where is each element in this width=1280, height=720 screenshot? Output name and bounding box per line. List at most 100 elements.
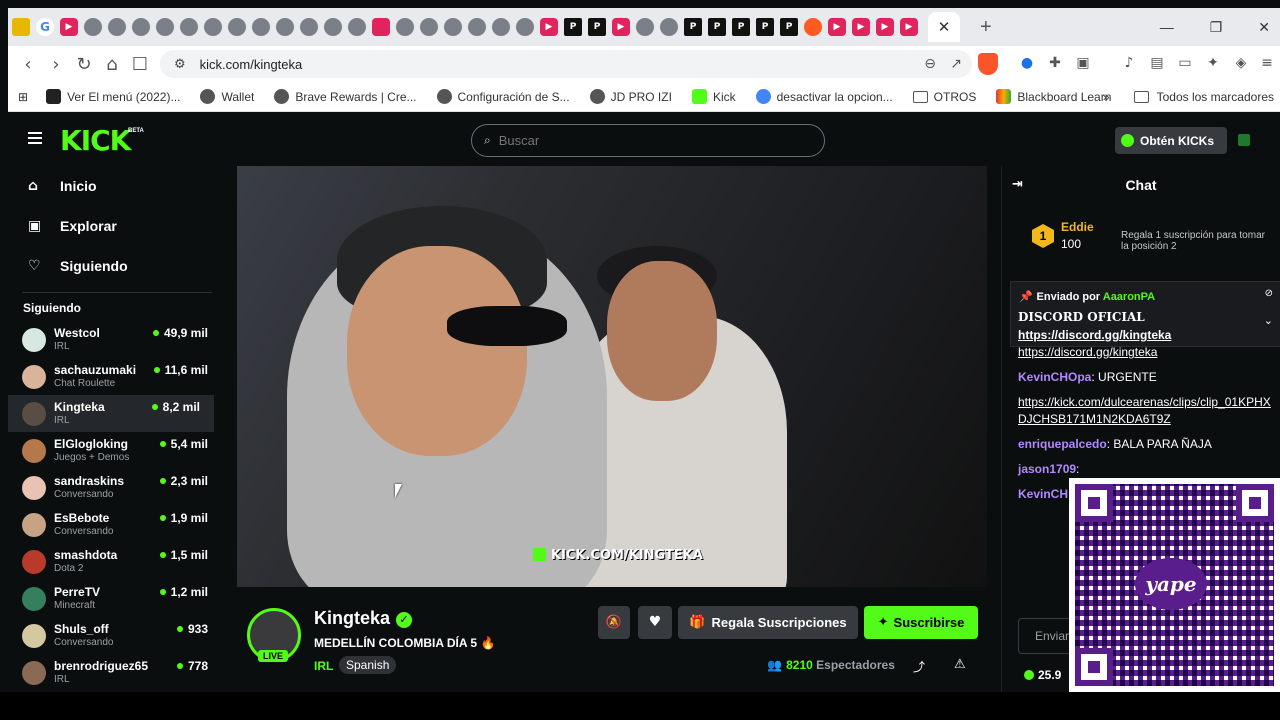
vpn-shield-icon[interactable]: ◈ bbox=[1232, 55, 1250, 73]
share-icon[interactable]: ↗ bbox=[950, 56, 962, 72]
collapse-chat-icon[interactable]: ⇥ bbox=[1012, 177, 1023, 192]
bookmark-item[interactable]: Kick bbox=[691, 89, 736, 104]
tab-favicon[interactable] bbox=[12, 18, 30, 36]
gifter-name[interactable]: Eddie bbox=[1061, 220, 1094, 234]
active-tab-close-icon[interactable]: ✕ bbox=[928, 12, 960, 42]
channel-item[interactable]: smashdota Dota 2 1,5 mil bbox=[8, 543, 222, 580]
subscribe-button[interactable]: ✦ Suscribirse bbox=[864, 606, 978, 639]
report-icon[interactable]: ⚠ bbox=[954, 657, 966, 672]
menu-icon[interactable]: ≡ bbox=[1258, 55, 1276, 73]
tab-globe-icon[interactable] bbox=[636, 18, 654, 36]
zoom-icon[interactable]: ⊖ bbox=[924, 56, 936, 72]
tab-p-icon[interactable]: P bbox=[588, 18, 606, 36]
menu-icon[interactable] bbox=[28, 132, 42, 144]
search-box[interactable]: ⌕ bbox=[471, 124, 825, 157]
bookmark-icon[interactable]: ☐ bbox=[126, 54, 154, 75]
tab-globe-icon[interactable] bbox=[108, 18, 126, 36]
language-tag[interactable]: Spanish bbox=[339, 656, 397, 674]
sidebar-item-browse[interactable]: ▣ Explorar bbox=[8, 206, 222, 246]
gift-promo[interactable]: Regala 1 suscripción para tomar la posic… bbox=[1121, 230, 1271, 252]
address-bar[interactable]: ⚙ kick.com/kingteka ⊖ ↗ bbox=[160, 50, 972, 78]
tab-globe-icon[interactable] bbox=[180, 18, 198, 36]
channel-item[interactable]: PerreTV Minecraft 1,2 mil bbox=[8, 580, 222, 617]
url-text[interactable]: kick.com/kingteka bbox=[200, 57, 303, 72]
tab-globe-icon[interactable] bbox=[300, 18, 318, 36]
new-tab-icon[interactable]: + bbox=[980, 16, 992, 39]
tab-youtube-icon[interactable]: ▶ bbox=[60, 18, 78, 36]
channel-item[interactable]: Westcol IRL 49,9 mil bbox=[8, 321, 222, 358]
chevron-down-icon[interactable]: ⌄ bbox=[1264, 314, 1273, 327]
tab-globe-icon[interactable] bbox=[396, 18, 414, 36]
bookmark-item[interactable]: Blackboard Learn bbox=[996, 89, 1111, 104]
tab-youtube-icon[interactable]: ▶ bbox=[540, 18, 558, 36]
music-icon[interactable]: ♪ bbox=[1120, 55, 1138, 73]
sidebar-item-following[interactable]: ♡ Siguiendo bbox=[8, 246, 222, 286]
get-kicks-button[interactable]: Obtén KICKs bbox=[1115, 127, 1227, 154]
vpn-icon[interactable]: ● bbox=[1018, 55, 1036, 73]
gift-subs-button[interactable]: 🎁 Regala Suscripciones bbox=[678, 606, 858, 639]
more-bookmarks-icon[interactable]: » bbox=[1103, 90, 1110, 104]
back-icon[interactable]: ‹ bbox=[14, 54, 42, 75]
hide-pin-icon[interactable]: ⊘ bbox=[1265, 288, 1273, 299]
channel-item[interactable]: EsBebote Conversando 1,9 mil bbox=[8, 506, 222, 543]
tab-record-icon[interactable] bbox=[372, 18, 390, 36]
search-input[interactable] bbox=[498, 133, 799, 148]
tab-youtube-icon[interactable]: ▶ bbox=[852, 18, 870, 36]
tab-globe-icon[interactable] bbox=[348, 18, 366, 36]
apps-icon[interactable]: ⊞ bbox=[18, 90, 28, 104]
tab-p-icon[interactable]: P bbox=[564, 18, 582, 36]
chat-username[interactable]: jason1709 bbox=[1018, 462, 1076, 476]
restore-icon[interactable]: ❐ bbox=[1210, 19, 1223, 36]
leo-icon[interactable]: ✦ bbox=[1204, 55, 1222, 73]
tab-globe-icon[interactable] bbox=[132, 18, 150, 36]
bookmark-item[interactable]: Wallet bbox=[200, 89, 254, 104]
bookmark-item[interactable]: JD PRO IZI bbox=[589, 89, 672, 104]
close-window-icon[interactable]: ✕ bbox=[1258, 19, 1270, 36]
pinned-link[interactable]: https://discord.gg/kingteka bbox=[1018, 328, 1171, 342]
site-settings-icon[interactable]: ⚙ bbox=[174, 57, 186, 72]
chat-username[interactable]: KevinCH bbox=[1018, 487, 1068, 501]
bookmark-item[interactable]: Brave Rewards | Cre... bbox=[274, 89, 417, 104]
tab-p-icon[interactable]: P bbox=[708, 18, 726, 36]
channel-item[interactable]: Shuls_off Conversando 933 bbox=[8, 617, 222, 654]
tab-globe-icon[interactable] bbox=[444, 18, 462, 36]
forward-icon[interactable]: › bbox=[42, 54, 70, 75]
reload-icon[interactable]: ↻ bbox=[70, 54, 98, 75]
video-player[interactable]: KICK.COM/KINGTEKA bbox=[237, 166, 987, 587]
tab-globe-icon[interactable] bbox=[252, 18, 270, 36]
tab-globe-icon[interactable] bbox=[156, 18, 174, 36]
tab-youtube-icon[interactable]: ▶ bbox=[612, 18, 630, 36]
sidebar-item-home[interactable]: ⌂ Inicio bbox=[8, 166, 222, 206]
chat-username[interactable]: KevinCHOpa bbox=[1018, 370, 1091, 384]
tab-globe-icon[interactable] bbox=[660, 18, 678, 36]
tab-p-icon[interactable]: P bbox=[780, 18, 798, 36]
tab-p-icon[interactable]: P bbox=[756, 18, 774, 36]
tab-globe-icon[interactable] bbox=[204, 18, 222, 36]
tab-youtube-icon[interactable]: ▶ bbox=[828, 18, 846, 36]
bookmark-item[interactable]: desactivar la opcion... bbox=[755, 89, 893, 104]
tab-globe-icon[interactable] bbox=[324, 18, 342, 36]
tab-globe-icon[interactable] bbox=[228, 18, 246, 36]
channel-item[interactable]: ElGlogloking Juegos + Demos 5,4 mil bbox=[8, 432, 222, 469]
home-icon[interactable]: ⌂ bbox=[98, 54, 126, 75]
tab-p-icon[interactable]: P bbox=[732, 18, 750, 36]
tab-youtube-icon[interactable]: ▶ bbox=[900, 18, 918, 36]
tab-google-icon[interactable]: G bbox=[36, 18, 54, 36]
tab-orange-icon[interactable] bbox=[804, 18, 822, 36]
tab-globe-icon[interactable] bbox=[420, 18, 438, 36]
screenshot-icon[interactable]: ▣ bbox=[1074, 55, 1092, 73]
tab-youtube-icon[interactable]: ▶ bbox=[876, 18, 894, 36]
stream-category[interactable]: IRL bbox=[314, 659, 333, 673]
user-avatar[interactable] bbox=[1238, 134, 1250, 146]
streamer-name[interactable]: Kingteka ✓ bbox=[314, 608, 413, 629]
minimize-icon[interactable]: — bbox=[1160, 19, 1174, 35]
bookmark-item[interactable]: Ver El menú (2022)... bbox=[46, 89, 180, 104]
chat-username[interactable]: enriquepalcedo bbox=[1018, 437, 1107, 451]
message-link[interactable]: https://discord.gg/kingteka bbox=[1018, 345, 1157, 359]
sidebar-icon[interactable]: ▤ bbox=[1148, 55, 1166, 73]
channel-item[interactable]: brenrodriguez65 IRL 778 bbox=[8, 654, 222, 691]
follow-button[interactable]: ♥ bbox=[638, 606, 672, 639]
tab-globe-icon[interactable] bbox=[516, 18, 534, 36]
tab-globe-icon[interactable] bbox=[468, 18, 486, 36]
extensions-icon[interactable]: ✚ bbox=[1046, 55, 1064, 73]
